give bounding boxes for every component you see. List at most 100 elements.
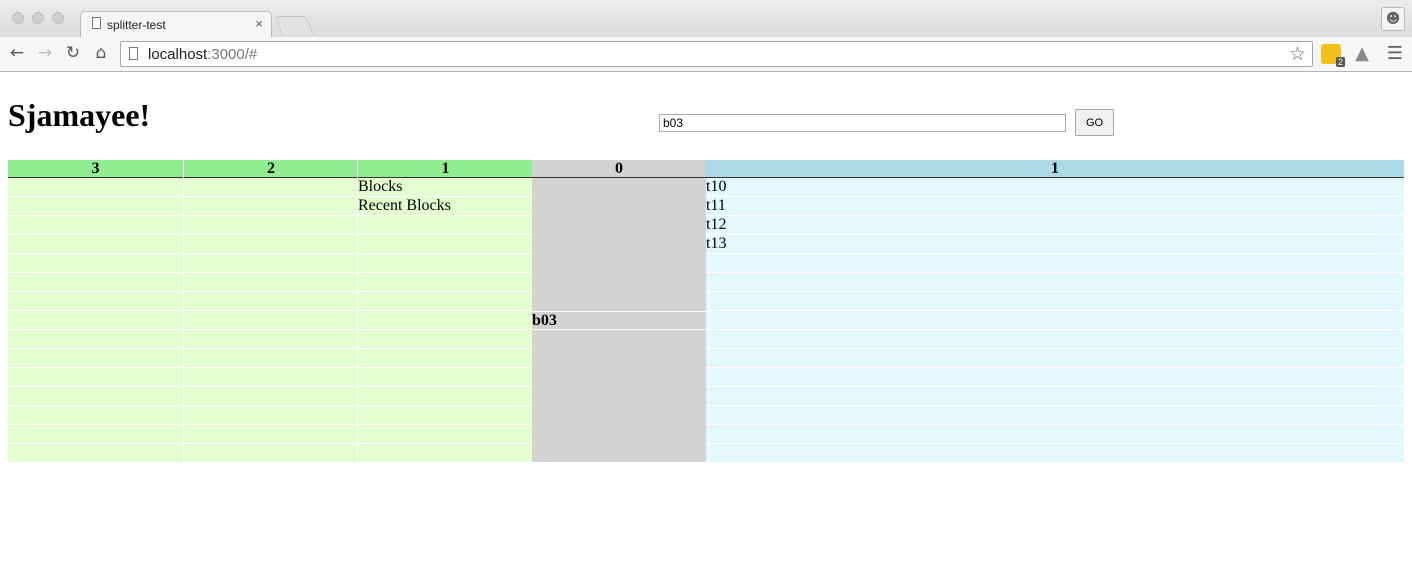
- grid-cell[interactable]: [532, 178, 706, 197]
- grid-cell[interactable]: [8, 197, 183, 216]
- back-icon[interactable]: ←: [7, 43, 27, 63]
- grid-cell[interactable]: [532, 235, 706, 254]
- grid-cell[interactable]: [8, 235, 183, 254]
- column-header[interactable]: 1: [358, 160, 533, 178]
- browser-tab[interactable]: splitter-test ×: [80, 11, 272, 37]
- grid-cell[interactable]: [532, 349, 706, 368]
- grid-cell[interactable]: [184, 368, 358, 387]
- address-bar[interactable]: localhost:3000/# ☆: [120, 41, 1313, 67]
- grid-cell[interactable]: [8, 292, 183, 311]
- grid-cell[interactable]: [358, 444, 533, 463]
- grid-cell[interactable]: [532, 254, 706, 273]
- grid-cell[interactable]: [532, 197, 706, 216]
- grid-cell[interactable]: [184, 216, 358, 235]
- grid-cell[interactable]: [706, 368, 1404, 387]
- grid-cell[interactable]: [8, 349, 183, 368]
- grid-cell[interactable]: [706, 254, 1404, 273]
- grid-cell[interactable]: [358, 368, 533, 387]
- grid-cell[interactable]: [358, 330, 533, 349]
- grid-cell[interactable]: [358, 216, 533, 235]
- grid-cell[interactable]: [8, 178, 183, 197]
- window-minimize-dot[interactable]: [32, 12, 44, 24]
- grid-cell[interactable]: [706, 292, 1404, 311]
- grid-item[interactable]: t12: [706, 216, 1404, 235]
- window-zoom-dot[interactable]: [52, 12, 64, 24]
- window-close-dot[interactable]: [12, 12, 24, 24]
- grid-cell[interactable]: [8, 368, 183, 387]
- grid-cell[interactable]: [532, 368, 706, 387]
- grid-cell[interactable]: [184, 273, 358, 292]
- grid-cell[interactable]: [532, 425, 706, 444]
- grid-cell[interactable]: [532, 216, 706, 235]
- grid-cell[interactable]: [184, 197, 358, 216]
- grid-item[interactable]: t13: [706, 235, 1404, 254]
- grid-cell[interactable]: [532, 330, 706, 349]
- grid-cell[interactable]: [358, 254, 533, 273]
- grid-cell[interactable]: [184, 349, 358, 368]
- new-tab-button[interactable]: [274, 16, 314, 34]
- grid-cell[interactable]: [184, 235, 358, 254]
- page-icon: [129, 47, 138, 60]
- grid-cell[interactable]: [358, 349, 533, 368]
- grid-cell[interactable]: [358, 292, 533, 311]
- home-icon[interactable]: ⌂: [91, 43, 111, 63]
- grid-cell[interactable]: [8, 330, 183, 349]
- grid-cell[interactable]: [358, 235, 533, 254]
- page-title: Sjamayee!: [8, 97, 151, 133]
- grid-item[interactable]: b03: [532, 311, 706, 330]
- grid-cell[interactable]: [706, 311, 1404, 330]
- grid-cell[interactable]: [184, 292, 358, 311]
- grid-cell[interactable]: [706, 406, 1404, 425]
- grid-cell[interactable]: [706, 349, 1404, 368]
- grid-cell[interactable]: [8, 406, 183, 425]
- grid-item[interactable]: Recent Blocks: [358, 197, 533, 216]
- grid-item[interactable]: t10: [706, 178, 1404, 197]
- grid-cell[interactable]: [532, 444, 706, 463]
- grid-cell[interactable]: [184, 178, 358, 197]
- extension-icon[interactable]: 2: [1321, 44, 1345, 67]
- column-header[interactable]: 2: [184, 160, 358, 178]
- menu-icon[interactable]: ☰: [1385, 44, 1405, 64]
- column-header[interactable]: 0: [532, 160, 706, 178]
- grid-cell[interactable]: [184, 387, 358, 406]
- grid-cell[interactable]: [532, 292, 706, 311]
- grid-cell[interactable]: [706, 330, 1404, 349]
- grid-cell[interactable]: [184, 254, 358, 273]
- forward-icon[interactable]: →: [35, 43, 55, 63]
- grid-cell[interactable]: [706, 273, 1404, 292]
- search-input[interactable]: [659, 114, 1066, 132]
- grid-cell[interactable]: [532, 406, 706, 425]
- profile-icon[interactable]: ☻: [1381, 7, 1405, 31]
- grid-cell[interactable]: [184, 444, 358, 463]
- grid-item[interactable]: t11: [706, 197, 1404, 216]
- grid-cell[interactable]: [532, 273, 706, 292]
- grid-cell[interactable]: [706, 387, 1404, 406]
- grid-cell[interactable]: [358, 273, 533, 292]
- grid-cell[interactable]: [184, 406, 358, 425]
- column-header[interactable]: 3: [8, 160, 183, 178]
- grid-cell[interactable]: [532, 387, 706, 406]
- grid-cell[interactable]: [8, 273, 183, 292]
- grid-cell[interactable]: [184, 425, 358, 444]
- grid-cell[interactable]: [8, 254, 183, 273]
- go-button[interactable]: GO: [1075, 109, 1114, 136]
- reload-icon[interactable]: ↻: [63, 43, 83, 63]
- grid-cell[interactable]: [8, 216, 183, 235]
- grid-cell[interactable]: [8, 425, 183, 444]
- grid-cell[interactable]: [358, 311, 533, 330]
- grid-cell[interactable]: [358, 406, 533, 425]
- grid-cell[interactable]: [8, 311, 183, 330]
- grid-cell[interactable]: [358, 387, 533, 406]
- grid-cell[interactable]: [184, 330, 358, 349]
- grid-item[interactable]: Blocks: [358, 178, 533, 197]
- grid-cell[interactable]: [184, 311, 358, 330]
- drive-icon[interactable]: ▲: [1352, 44, 1372, 64]
- grid-cell[interactable]: [8, 444, 183, 463]
- grid-cell[interactable]: [358, 425, 533, 444]
- close-tab-icon[interactable]: ×: [255, 16, 263, 31]
- grid-cell[interactable]: [706, 425, 1404, 444]
- column-header[interactable]: 1: [706, 160, 1404, 178]
- grid-cell[interactable]: [8, 387, 183, 406]
- bookmark-star-icon[interactable]: ☆: [1289, 43, 1306, 65]
- grid-cell[interactable]: [706, 444, 1404, 463]
